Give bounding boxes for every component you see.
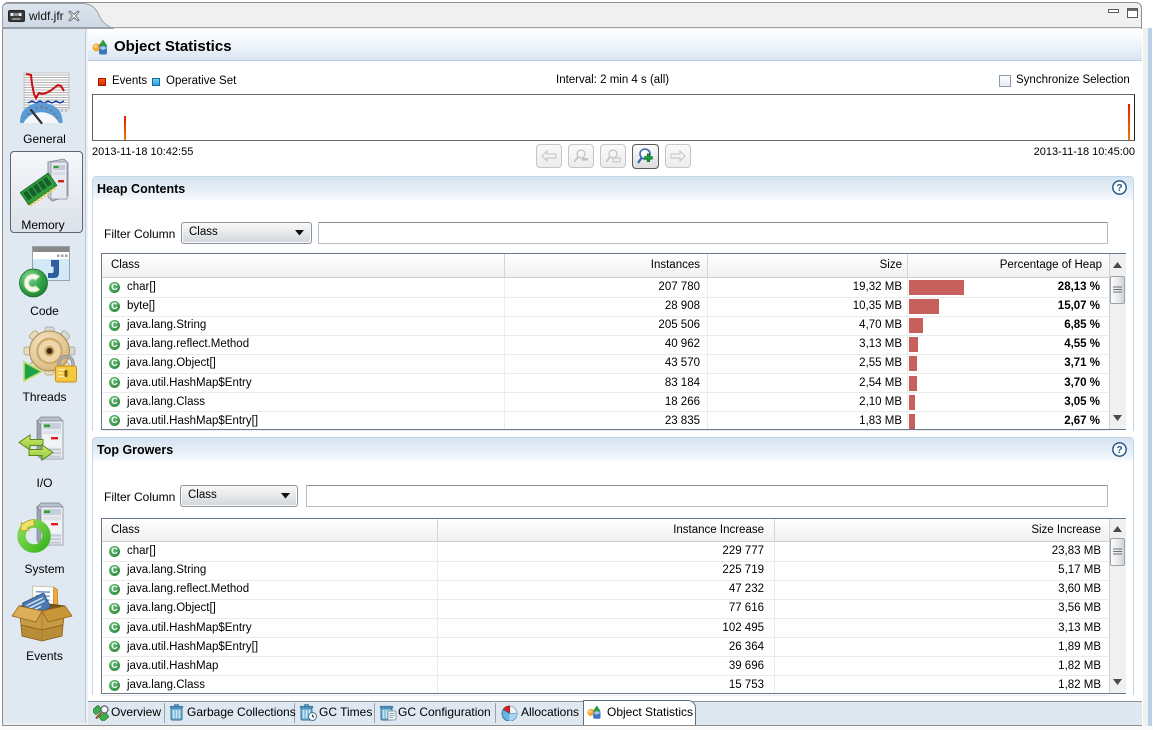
svg-text:?: ? [1116, 183, 1122, 194]
svg-text:?: ? [1116, 445, 1122, 456]
